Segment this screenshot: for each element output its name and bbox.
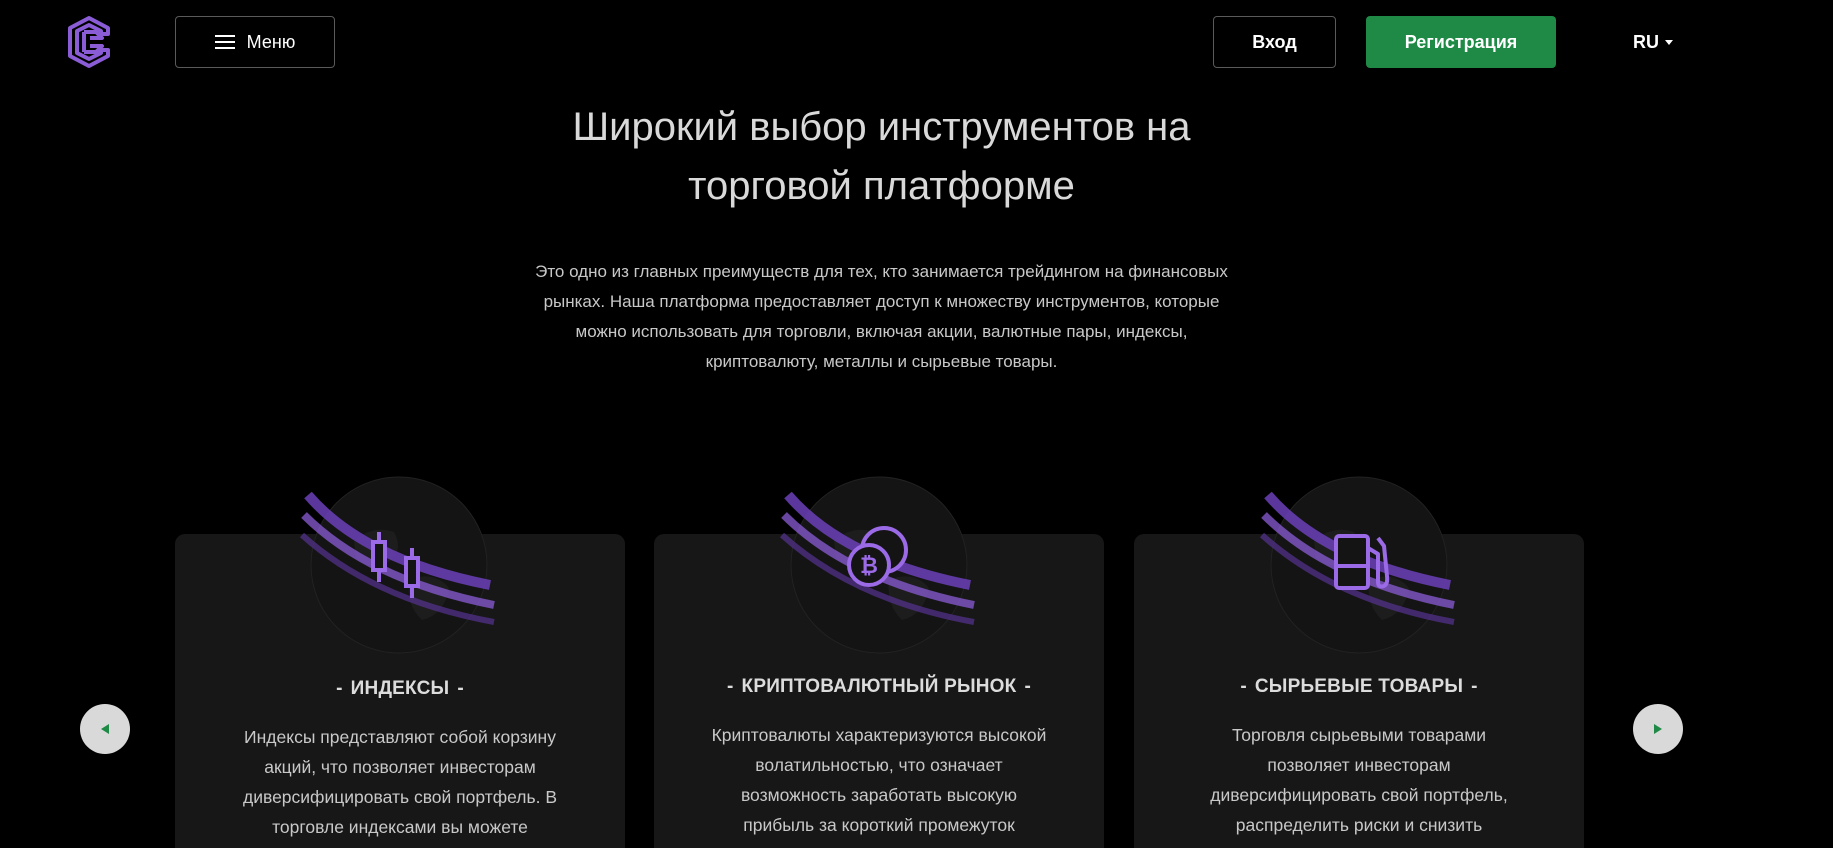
arrow-left-icon: [101, 724, 109, 734]
arrow-right-icon: [1654, 724, 1662, 734]
title-dash: -: [336, 678, 343, 699]
title-dash: -: [1024, 676, 1031, 697]
card-title: - СЫРЬЕВЫЕ ТОВАРЫ -: [1134, 676, 1584, 698]
language-selector[interactable]: RU: [1633, 28, 1673, 56]
title-dash: -: [457, 678, 464, 699]
title-dash: -: [1471, 676, 1478, 697]
globe-illustration: [299, 476, 495, 654]
title-dash: -: [727, 676, 734, 697]
globe-illustration: ₿: [779, 476, 975, 654]
card-title-text: КРИПТОВАЛЮТНЫЙ РЫНОК: [741, 676, 1017, 697]
card-description: Криптовалюты характеризуются высокой вол…: [711, 725, 1047, 848]
card-title-text: ИНДЕКСЫ: [350, 678, 450, 699]
card-title: - КРИПТОВАЛЮТНЫЙ РЫНОК -: [654, 676, 1104, 698]
title-dash: -: [1240, 676, 1247, 697]
menu-button-label: Меню: [246, 31, 296, 52]
login-button[interactable]: Вход: [1213, 16, 1336, 68]
carousel-next-button[interactable]: [1633, 704, 1683, 754]
language-label: RU: [1633, 31, 1659, 52]
hamburger-icon: [214, 35, 235, 49]
intro-text: Это одно из главных преимуществ для тех,…: [535, 262, 1228, 371]
card-title-text: СЫРЬЕВЫЕ ТОВАРЫ: [1254, 676, 1464, 697]
caret-down-icon: [1665, 39, 1673, 45]
carousel-prev-button[interactable]: [80, 704, 130, 754]
register-button[interactable]: Регистрация: [1366, 16, 1556, 68]
globe-illustration: [1259, 476, 1455, 654]
card-title: - ИНДЕКСЫ -: [175, 678, 625, 700]
card-description: Индексы представляют собой корзину акций…: [242, 727, 558, 837]
card-description: Торговля сырьевыми товарами позволяет ин…: [1210, 725, 1508, 848]
page-title: Широкий выбор инструментов на торговой п…: [572, 105, 1191, 208]
logo-icon[interactable]: [64, 14, 114, 70]
svg-text:₿: ₿: [860, 554, 878, 579]
menu-button[interactable]: Меню: [175, 16, 335, 68]
